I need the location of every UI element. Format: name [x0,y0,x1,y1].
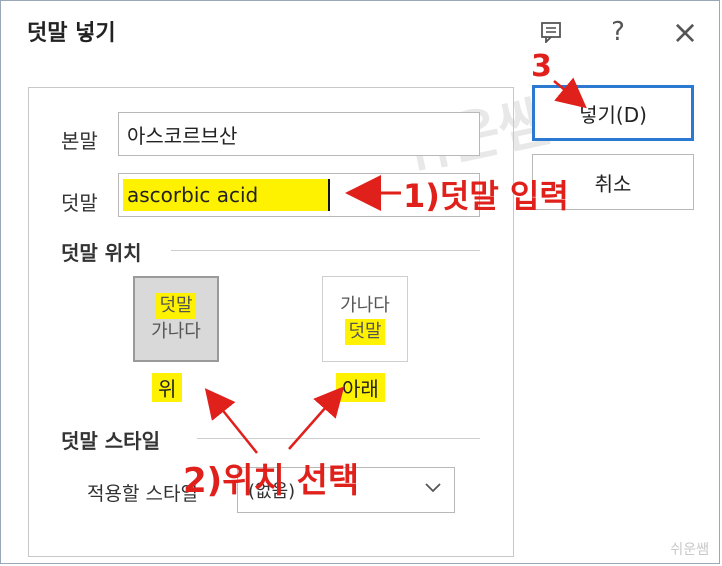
annotation-step2: 2)위치 선택 [183,461,360,501]
ruby-text-value: ascorbic acid [123,179,331,211]
chevron-down-icon [425,483,441,493]
apply-style-label: 적용할 스타일 [87,483,198,505]
annotation-step3: 3 [531,49,552,84]
style-divider [197,438,480,439]
style-section-title: 덧말 스타일 [61,429,160,453]
top-base-sample: 가나다 [151,321,201,342]
base-text-value: 아스코르브산 [127,123,238,148]
position-bottom-label: 아래 [336,373,385,402]
corner-watermark: 쉬운쌤 [670,542,709,558]
base-text-label: 본말 [61,129,98,153]
title-bar: 덧말 넣기 ? × [1,1,719,63]
bottom-base-sample: 가나다 [340,295,390,316]
bottom-ruby-sample: 덧말 [345,319,385,345]
position-top-label: 위 [152,373,183,402]
position-section-title: 덧말 위치 [61,241,142,265]
ruby-text-label: 덧말 [61,191,98,215]
position-top-button[interactable]: 덧말 가나다 [133,276,219,362]
top-ruby-sample: 덧말 [156,293,196,319]
annotation-step1: 1)덧말 입력 [403,177,569,215]
note-icon[interactable] [534,15,568,49]
dialog-title: 덧말 넣기 [27,21,116,46]
help-icon[interactable]: ? [601,15,635,49]
base-text-input[interactable]: 아스코르브산 [118,112,480,156]
close-icon[interactable]: × [668,13,702,51]
position-divider [171,250,480,251]
insert-button[interactable]: 넣기(D) [532,85,694,141]
ruby-text-dialog: 덧말 넣기 ? × 쉬운쌤 본말 아스코르브산 덧말 ascorbic acid… [0,0,720,564]
position-bottom-button[interactable]: 가나다 덧말 [322,276,408,362]
